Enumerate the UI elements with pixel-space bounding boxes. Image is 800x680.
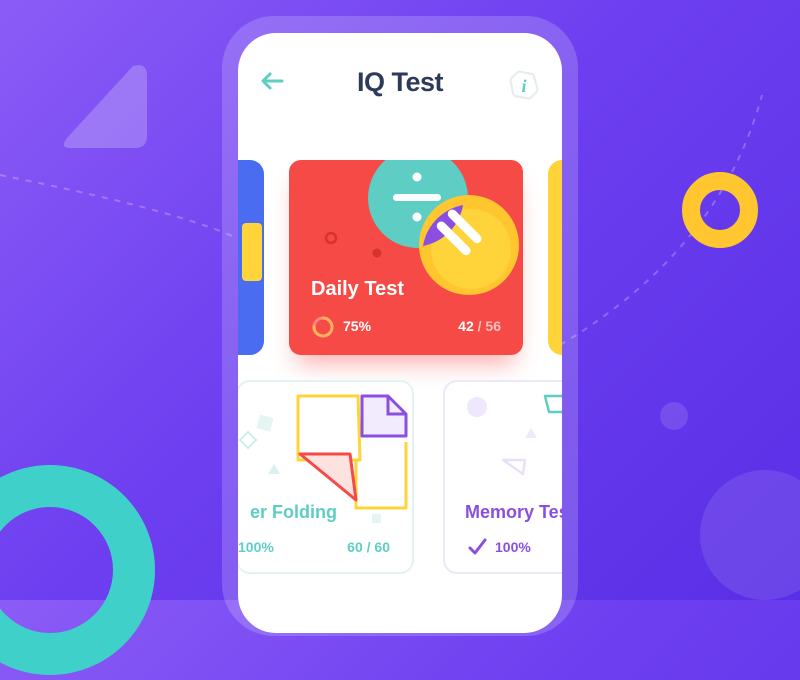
card-title: Memory Tes (465, 502, 562, 522)
background-triangle (63, 65, 147, 148)
daily-test-card[interactable]: Daily Test 75% 42 / 56 (289, 160, 523, 355)
app-header: IQ Test i (238, 33, 562, 133)
background-dot (660, 402, 688, 430)
background-yellow-ring (682, 172, 758, 248)
score-label: 60 / 60 (347, 539, 390, 555)
memory-test-card[interactable]: Memory Tes 100% (443, 380, 562, 574)
progress-percent: 100% (238, 539, 274, 555)
card-title: er Folding (250, 502, 337, 522)
svg-text:i: i (521, 76, 526, 96)
progress-ring-icon (312, 316, 334, 338)
info-icon[interactable]: i (506, 67, 542, 103)
phone-screen: IQ Test i Daily Test 75% 42 / 56 er Fold… (238, 33, 562, 633)
check-icon (468, 538, 487, 555)
score-value: 42 (458, 318, 474, 334)
carousel-card-previous[interactable] (238, 160, 264, 355)
carousel-card-next[interactable] (548, 160, 562, 355)
card-title: Daily Test (311, 278, 404, 300)
score-label: 42 / 56 (458, 318, 501, 334)
progress-percent: 100% (495, 539, 531, 555)
progress-percent: 75% (343, 318, 372, 334)
score-total: / 56 (477, 318, 501, 334)
paper-folding-card[interactable]: er Folding 100% 60 / 60 (238, 380, 414, 574)
background-teal-ring (0, 465, 155, 675)
card-illustration (242, 223, 262, 281)
